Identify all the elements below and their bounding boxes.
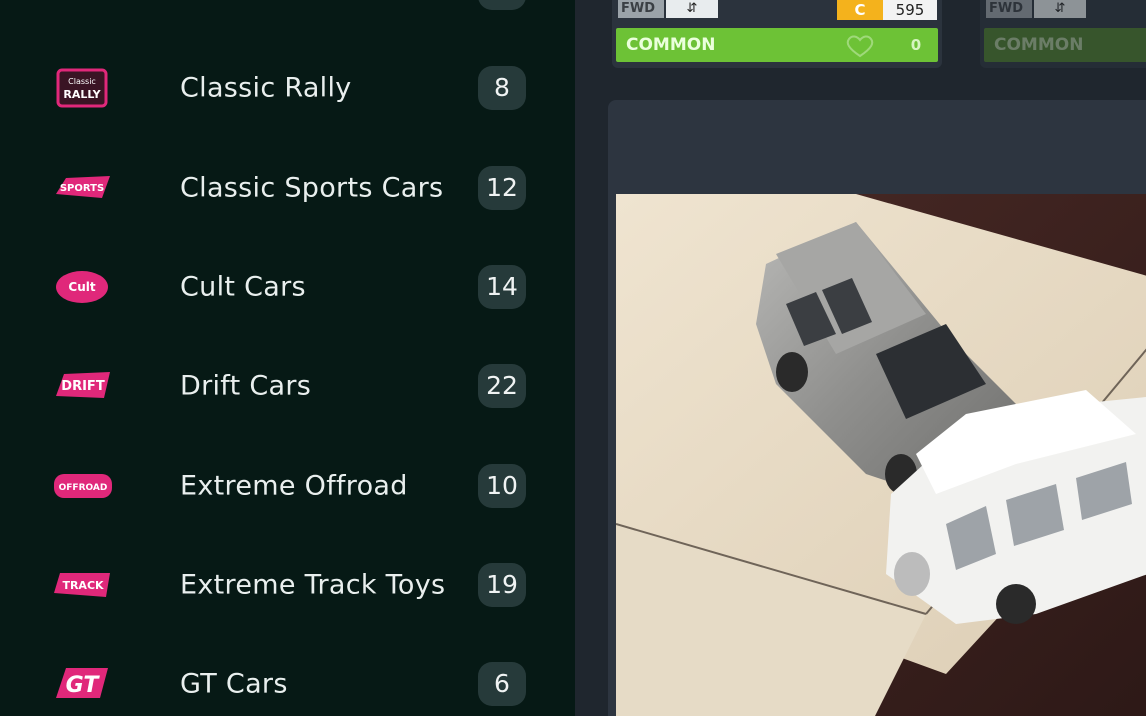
sidebar-item-label: Extreme Track Toys — [180, 569, 446, 601]
drivetrain-tag: FWD — [618, 0, 664, 18]
svg-text:SPORTS: SPORTS — [60, 183, 104, 194]
svg-text:OFFROAD: OFFROAD — [59, 483, 108, 493]
sidebar-item-drift-cars[interactable]: DRIFT Drift Cars 22 — [0, 336, 575, 436]
sidebar-item-count: 10 — [478, 464, 526, 508]
offroad-logo-icon: OFFROAD — [54, 474, 112, 498]
sidebar-item-count: 12 — [478, 166, 526, 210]
car-card[interactable]: FWD ⇵ C 595 COMMON 0 — [612, 0, 942, 68]
sidebar-item-label: Cult Cars — [180, 271, 306, 303]
sidebar-item-count: 6 — [478, 662, 526, 706]
svg-text:RALLY: RALLY — [63, 88, 101, 101]
sidebar-item-classic-sports-cars[interactable]: SPORTS Classic Sports Cars 12 — [0, 138, 575, 238]
category-sidebar: Classic RALLY Classic Rally 8 SPORTS Cla… — [0, 0, 575, 716]
svg-text:GT: GT — [66, 673, 101, 698]
sidebar-item-count: 22 — [478, 364, 526, 408]
svg-text:Classic: Classic — [68, 77, 96, 86]
car-card[interactable]: FWD ⇵ COMMON — [980, 0, 1146, 68]
svg-text:Cult: Cult — [68, 280, 95, 294]
sidebar-item-partial[interactable] — [0, 0, 575, 38]
drivetrain-icon: ⇵ — [1034, 0, 1086, 18]
sidebar-item-gt-cars[interactable]: GT GT Cars 6 — [0, 634, 575, 716]
rarity-bar: COMMON 0 — [616, 28, 938, 62]
sidebar-item-count — [478, 0, 526, 10]
cult-cars-logo-icon: Cult — [56, 271, 108, 303]
sidebar-item-label: Extreme Offroad — [180, 470, 408, 502]
sidebar-item-count: 8 — [478, 66, 526, 110]
car-card-expanded[interactable] — [608, 100, 1146, 716]
sidebar-item-count: 14 — [478, 265, 526, 309]
sidebar-item-label: Classic Sports Cars — [180, 172, 444, 204]
category-logo-icon — [50, 0, 114, 8]
heart-icon[interactable] — [842, 34, 878, 58]
rarity-label: COMMON — [994, 35, 1084, 55]
drift-logo-icon: DRIFT — [56, 372, 110, 398]
gt-logo-icon: GT — [56, 668, 108, 698]
class-badge: C — [837, 0, 883, 20]
sidebar-item-label: GT Cars — [180, 668, 288, 700]
svg-text:TRACK: TRACK — [62, 579, 104, 592]
sidebar-item-classic-rally[interactable]: Classic RALLY Classic Rally 8 — [0, 38, 575, 138]
score-value: 595 — [883, 0, 937, 20]
sidebar-item-extreme-track-toys[interactable]: TRACK Extreme Track Toys 19 — [0, 535, 575, 635]
track-toys-logo-icon: TRACK — [54, 573, 110, 597]
classic-sports-logo-icon: SPORTS — [56, 176, 110, 198]
drivetrain-icon: ⇵ — [666, 0, 718, 18]
classic-rally-logo-icon: Classic RALLY — [56, 68, 108, 108]
sidebar-item-cult-cars[interactable]: Cult Cult Cars 14 — [0, 237, 575, 337]
car-grid: FWD ⇵ C 595 COMMON 0 FWD ⇵ COMMON — [575, 0, 1146, 716]
drivetrain-tag: FWD — [986, 0, 1032, 18]
rarity-bar: COMMON — [984, 28, 1146, 62]
owned-count: 0 — [910, 36, 922, 54]
rarity-label: COMMON — [626, 35, 716, 55]
sidebar-item-label: Drift Cars — [180, 370, 312, 402]
car-photo — [616, 194, 1146, 716]
sidebar-item-extreme-offroad[interactable]: OFFROAD Extreme Offroad 10 — [0, 436, 575, 536]
toy-cars-image — [616, 194, 1146, 716]
sidebar-item-label: Classic Rally — [180, 72, 352, 104]
svg-text:DRIFT: DRIFT — [61, 379, 105, 394]
sidebar-item-count: 19 — [478, 563, 526, 607]
